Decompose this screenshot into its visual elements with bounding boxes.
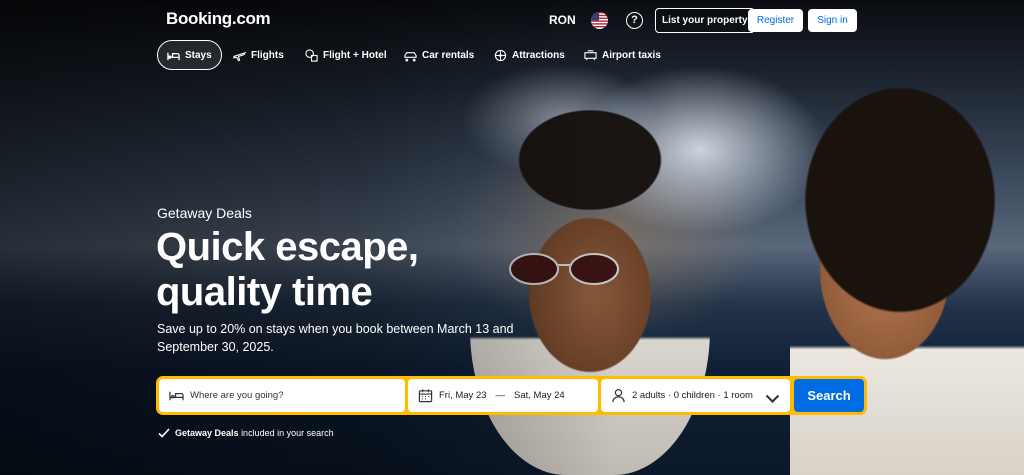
search-button[interactable]: Search xyxy=(794,379,864,412)
checkmark-icon xyxy=(158,428,170,438)
us-flag-icon[interactable] xyxy=(591,12,608,29)
sign-in-button[interactable]: Sign in xyxy=(808,9,857,32)
hero-subtext: Save up to 20% on stays when you book be… xyxy=(157,322,514,354)
currency-button[interactable]: RON xyxy=(549,13,576,27)
list-your-property-button[interactable]: List your property xyxy=(655,8,755,33)
help-icon[interactable]: ? xyxy=(626,12,643,29)
chevron-down-icon xyxy=(765,394,780,403)
tab-label: Flight + Hotel xyxy=(323,49,387,61)
car-icon xyxy=(404,51,417,62)
destination-field[interactable] xyxy=(159,379,405,412)
tab-flight-hotel[interactable]: Flight + Hotel xyxy=(305,40,387,70)
tab-label: Car rentals xyxy=(422,49,475,61)
included-deals-bold: Getaway Deals xyxy=(175,428,239,438)
tab-label: Flights xyxy=(251,49,284,61)
bed-icon xyxy=(169,391,184,401)
tab-label: Stays xyxy=(185,49,212,61)
date-field[interactable]: Fri, May 23 — Sat, May 24 xyxy=(408,379,598,412)
calendar-icon xyxy=(418,389,433,403)
hero-kicker: Getaway Deals xyxy=(157,205,252,221)
guests-summary: 2 adults · 0 children · 1 room xyxy=(632,390,753,401)
tab-stays[interactable]: Stays xyxy=(157,40,222,70)
tab-flights[interactable]: Flights xyxy=(233,40,284,70)
flight-hotel-icon xyxy=(305,48,318,62)
tab-label: Airport taxis xyxy=(602,49,661,61)
tab-airport-taxis[interactable]: Airport taxis xyxy=(584,40,661,70)
check-in-date: Fri, May 23 xyxy=(439,390,487,401)
bed-icon xyxy=(167,52,180,60)
attractions-icon xyxy=(494,49,507,61)
tab-car-rentals[interactable]: Car rentals xyxy=(404,40,474,70)
booking-logo[interactable]: Booking.com xyxy=(166,9,271,29)
plane-icon xyxy=(233,51,246,61)
search-bar: Fri, May 23 — Sat, May 24 2 adults · 0 c… xyxy=(156,376,867,415)
included-deals-rest: included in your search xyxy=(241,428,334,438)
destination-input[interactable] xyxy=(190,390,390,401)
included-deals-note: Getaway Deals included in your search xyxy=(158,427,334,439)
tab-attractions[interactable]: Attractions xyxy=(494,40,565,70)
person-icon xyxy=(612,388,625,403)
hero-headline: Quick escape, quality time xyxy=(156,225,419,314)
date-separator: — xyxy=(495,390,506,401)
taxi-icon xyxy=(584,49,597,60)
register-button[interactable]: Register xyxy=(748,9,803,32)
product-nav: Stays Flights Flight + Hotel Car rentals… xyxy=(0,40,1024,72)
check-out-date: Sat, May 24 xyxy=(514,390,565,401)
tab-label: Attractions xyxy=(512,49,565,61)
top-header: Booking.com RON ? List your property Reg… xyxy=(0,0,1024,40)
guests-field[interactable]: 2 adults · 0 children · 1 room xyxy=(601,379,790,412)
